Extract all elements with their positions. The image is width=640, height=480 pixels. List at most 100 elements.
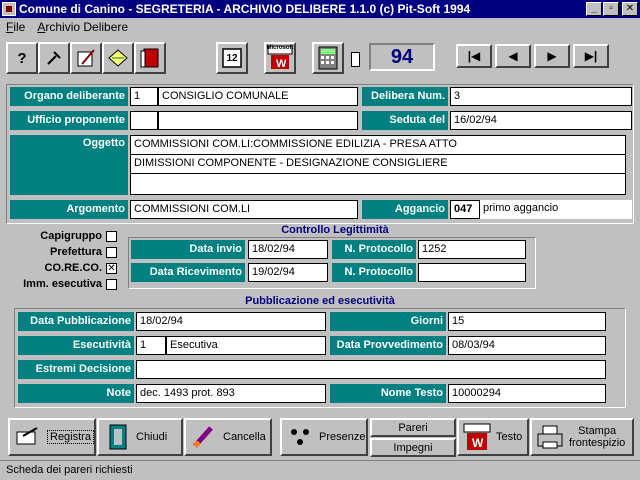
data-ricevimento-field[interactable]: 19/02/94: [248, 263, 328, 282]
note-label: Note: [18, 384, 134, 403]
oggetto-field[interactable]: COMMISSIONI COM.LI:COMMISSIONE EDILIZIA …: [130, 135, 626, 195]
tools-icon: [47, 51, 61, 65]
registra-label: Registra: [47, 430, 94, 444]
oggetto-label: Oggetto: [10, 135, 128, 195]
organo-code-field[interactable]: 1: [130, 87, 158, 106]
data-pubblicazione-field[interactable]: 18/02/94: [136, 312, 326, 331]
calendar-text: 12: [226, 52, 238, 64]
word-button[interactable]: W Microsoft: [264, 42, 296, 74]
ufficio-code-field[interactable]: [130, 111, 158, 130]
registra-button[interactable]: Registra: [8, 418, 96, 456]
stampa-frontespizio-button[interactable]: Stampa frontespizio: [530, 418, 634, 456]
ufficio-value-field[interactable]: [158, 111, 358, 130]
oggetto-line-1: COMMISSIONI COM.LI:COMMISSIONE EDILIZIA …: [131, 136, 625, 155]
help-icon: ?: [17, 49, 27, 67]
testo-button[interactable]: W Testo: [457, 418, 529, 456]
calendar-button[interactable]: 12: [216, 42, 248, 74]
prev-record-icon: ◀: [508, 49, 518, 63]
data-provvedimento-label: Data Provvedimento: [330, 336, 446, 355]
giorni-field[interactable]: 15: [448, 312, 606, 331]
nav-first-button[interactable]: |◀: [456, 44, 492, 68]
data-invio-label: Data invio: [131, 240, 245, 259]
nav-last-button[interactable]: ▶|: [573, 44, 609, 68]
cancella-label: Cancella: [223, 431, 266, 443]
giorni-label: Giorni: [330, 312, 446, 331]
calculator-button[interactable]: [312, 42, 344, 74]
esecutivita-code-field[interactable]: 1: [136, 336, 166, 355]
seduta-label: Seduta del: [362, 111, 448, 130]
pubblicazione-title: Pubblicazione ed esecutività: [245, 295, 395, 307]
archive-button[interactable]: [102, 42, 134, 74]
book-button[interactable]: [134, 42, 166, 74]
esecutivita-value-field[interactable]: Esecutiva: [166, 336, 326, 355]
nome-testo-field[interactable]: 10000294: [448, 384, 606, 403]
chiudi-button[interactable]: Chiudi: [97, 418, 183, 456]
capigruppo-label: Capigruppo: [40, 230, 102, 242]
window-title: Comune di Canino - SEGRETERIA - ARCHIVIO…: [19, 2, 471, 16]
delibera-number-field[interactable]: 3: [450, 87, 632, 106]
imm-esecutiva-label: Imm. esecutiva: [23, 278, 102, 290]
record-counter: 94: [369, 43, 435, 71]
aggancio-value-field[interactable]: primo aggancio: [480, 200, 632, 219]
menu-file[interactable]: File: [0, 20, 31, 34]
tools-button[interactable]: [38, 42, 70, 74]
minimize-button[interactable]: _: [586, 2, 602, 16]
calculator-icon: [318, 46, 338, 70]
protocollo-2-label: N. Protocollo: [332, 263, 416, 282]
record-indicator: [351, 52, 360, 67]
delibera-label: Delibera Num.: [362, 87, 448, 106]
oggetto-line-3: [131, 174, 625, 193]
pareri-label: Pareri: [398, 421, 428, 434]
protocollo-1-field[interactable]: 1252: [418, 240, 526, 259]
protocollo-2-field[interactable]: [418, 263, 526, 282]
svg-text:W: W: [276, 58, 287, 70]
esecutivita-label: Esecutività: [18, 336, 134, 355]
oggetto-line-2: DIMISSIONI COMPONENTE - DESIGNAZIONE CON…: [131, 155, 625, 174]
data-pubblicazione-label: Data Pubblicazione: [18, 312, 134, 331]
pareri-button[interactable]: Pareri: [370, 418, 456, 437]
note-field[interactable]: dec. 1493 prot. 893: [136, 384, 326, 403]
app-icon[interactable]: [2, 2, 16, 16]
impegni-label: Impegni: [393, 441, 433, 454]
estremi-decisione-field[interactable]: [136, 360, 606, 379]
menu-archivio-delibere[interactable]: Archivio Delibere: [31, 20, 134, 34]
argomento-label: Argomento: [10, 200, 128, 219]
aggancio-code-field[interactable]: 047: [450, 200, 480, 219]
coreco-checkbox[interactable]: ✕: [106, 263, 117, 274]
presenze-label: Presenze: [319, 431, 366, 443]
presenze-button[interactable]: Presenze: [280, 418, 368, 456]
status-bar: Scheda dei pareri richiesti: [0, 460, 640, 480]
coreco-label: CO.RE.CO.: [44, 262, 102, 274]
organo-value-field[interactable]: CONSIGLIO COMUNALE: [158, 87, 358, 106]
maximize-button[interactable]: ▫: [603, 2, 619, 16]
menu-bar: File Archivio Delibere: [0, 18, 640, 36]
close-button[interactable]: ✕: [622, 2, 638, 16]
organo-label: Organo deliberante: [10, 87, 128, 106]
protocollo-1-label: N. Protocollo: [332, 240, 416, 259]
impegni-button[interactable]: Impegni: [370, 438, 456, 457]
data-invio-field[interactable]: 18/02/94: [248, 240, 328, 259]
cancella-button[interactable]: Cancella: [184, 418, 272, 456]
argomento-field[interactable]: COMMISSIONI COM.LI: [130, 200, 358, 219]
testo-label: Testo: [496, 431, 523, 443]
estremi-decisione-label: Estremi Decisione: [18, 360, 134, 379]
prefettura-checkbox[interactable]: [106, 247, 117, 258]
exit-door-icon: [109, 424, 127, 450]
seduta-date-field[interactable]: 16/02/94: [450, 111, 632, 130]
imm-esecutiva-checkbox[interactable]: [106, 279, 117, 290]
nav-prev-button[interactable]: ◀: [495, 44, 531, 68]
nav-next-button[interactable]: ▶: [534, 44, 570, 68]
stampa-label: Stampa frontespizio: [569, 425, 625, 449]
last-record-icon: ▶|: [584, 49, 598, 63]
data-provvedimento-field[interactable]: 08/03/94: [448, 336, 606, 355]
capigruppo-checkbox[interactable]: [106, 231, 117, 242]
hand-write-icon: [16, 427, 38, 445]
ufficio-label: Ufficio proponente: [10, 111, 128, 130]
prefettura-label: Prefettura: [50, 246, 102, 258]
stampa-label-line-2: frontespizio: [569, 437, 626, 449]
write-button[interactable]: [70, 42, 102, 74]
next-record-icon: ▶: [547, 49, 557, 63]
stampa-label-line-1: Stampa: [578, 425, 617, 437]
eraser-icon: [193, 426, 213, 448]
help-button[interactable]: ?: [6, 42, 38, 74]
